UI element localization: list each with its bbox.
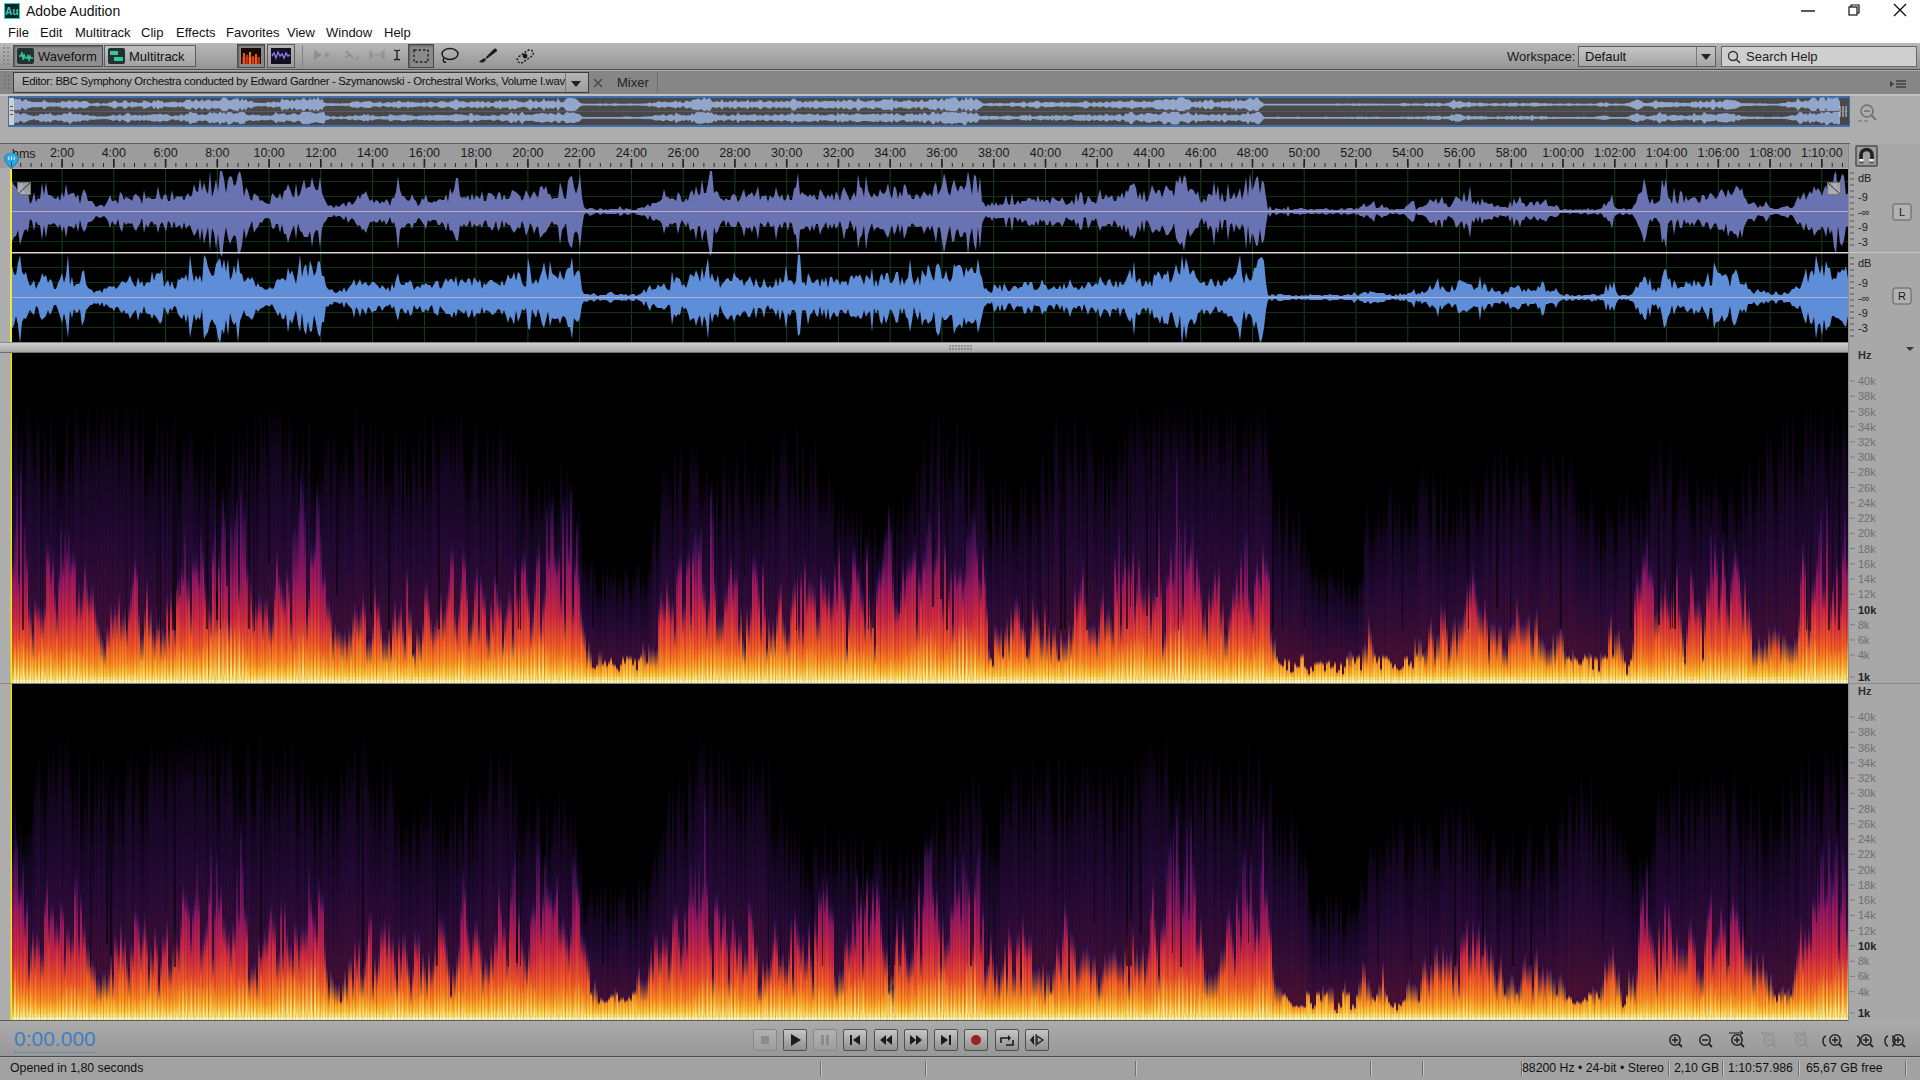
svg-text:dB: dB [1858,172,1871,184]
svg-text:28k: 28k [1858,803,1876,815]
svg-text:34k: 34k [1858,421,1876,433]
svg-text:4k: 4k [1858,986,1870,998]
svg-text:16k: 16k [1858,558,1876,570]
svg-text:26k: 26k [1858,482,1876,494]
svg-text:8k: 8k [1858,955,1870,967]
svg-text:30k: 30k [1858,787,1876,799]
svg-text:-3: -3 [1858,236,1868,248]
svg-text:Hz: Hz [1858,349,1872,361]
svg-text:18k: 18k [1858,543,1876,555]
svg-text:40k: 40k [1858,375,1876,387]
svg-text:34k: 34k [1858,757,1876,769]
svg-text:18k: 18k [1858,879,1876,891]
svg-text:36k: 36k [1858,406,1876,418]
svg-text:-9: -9 [1858,277,1868,289]
svg-text:24k: 24k [1858,497,1876,509]
svg-text:Hz: Hz [1858,685,1872,697]
svg-text:36k: 36k [1858,742,1876,754]
svg-text:-9: -9 [1858,191,1868,203]
svg-text:-9: -9 [1858,307,1868,319]
svg-text:14k: 14k [1858,909,1876,921]
svg-text:-9: -9 [1858,221,1868,233]
svg-text:-3: -3 [1858,322,1868,334]
svg-text:20k: 20k [1858,527,1876,539]
svg-text:14k: 14k [1858,573,1876,585]
svg-text:1k: 1k [1858,671,1871,683]
svg-text:4k: 4k [1858,649,1870,661]
svg-text:dB: dB [1858,257,1871,269]
svg-text:16k: 16k [1858,894,1876,906]
svg-text:8k: 8k [1858,619,1870,631]
svg-text:28k: 28k [1858,466,1876,478]
svg-text:6k: 6k [1858,970,1870,982]
svg-text:10k: 10k [1858,604,1877,616]
svg-text:12k: 12k [1858,925,1876,937]
svg-text:24k: 24k [1858,833,1876,845]
svg-text:-∞: -∞ [1858,206,1870,218]
svg-text:30k: 30k [1858,451,1876,463]
svg-text:1k: 1k [1858,1007,1871,1019]
svg-text:32k: 32k [1858,772,1876,784]
svg-text:R: R [1898,290,1906,302]
svg-text:-∞: -∞ [1858,292,1870,304]
svg-text:22k: 22k [1858,512,1876,524]
svg-text:38k: 38k [1858,390,1876,402]
svg-text:10k: 10k [1858,940,1877,952]
svg-text:L: L [1899,206,1905,218]
svg-text:20k: 20k [1858,864,1876,876]
svg-text:32k: 32k [1858,436,1876,448]
svg-text:22k: 22k [1858,848,1876,860]
svg-text:12k: 12k [1858,588,1876,600]
svg-text:6k: 6k [1858,634,1870,646]
svg-text:40k: 40k [1858,711,1876,723]
svg-text:38k: 38k [1858,726,1876,738]
svg-text:26k: 26k [1858,818,1876,830]
